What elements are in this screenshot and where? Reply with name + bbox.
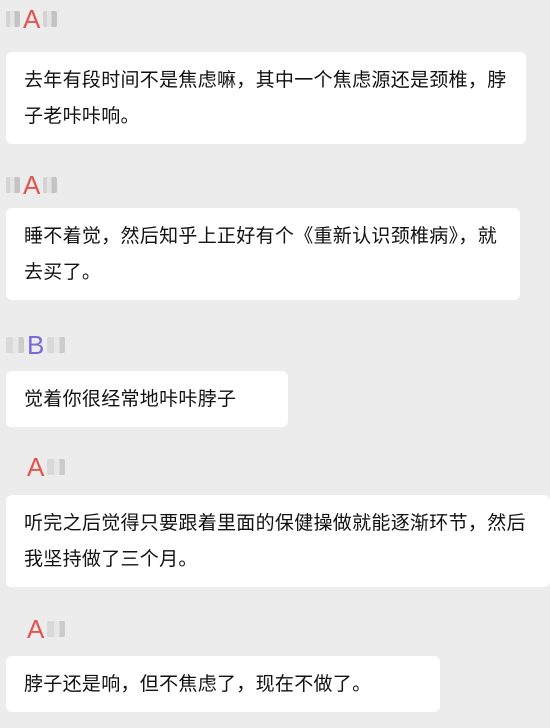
message-bubble: 脖子还是响，但不焦虑了，现在不做了。 [6, 656, 440, 712]
message-text: 觉着你很经常地咔咔脖子 [24, 388, 237, 410]
chat-log: A 去年有段时间不是焦虑嘛，其中一个焦虑源还是颈椎，脖子老咔咔响。 A 睡不着觉… [0, 0, 550, 728]
sender-initial: A [27, 452, 45, 482]
blurred-name [43, 177, 58, 193]
message-text: 去年有段时间不是焦虑嘛，其中一个焦虑源还是颈椎，脖子老咔咔响。 [24, 69, 507, 127]
blurred-name [47, 621, 66, 637]
blurred-name [6, 337, 24, 353]
message-bubble: 觉着你很经常地咔咔脖子 [6, 371, 288, 427]
sender-initial: A [23, 4, 41, 34]
blurred-name [47, 337, 66, 353]
blurred-name [6, 177, 20, 193]
message-text: 睡不着觉，然后知乎上正好有个《重新认识颈椎病》，就去买了。 [24, 225, 498, 283]
sender-initial: A [23, 170, 41, 200]
sender-label: A [6, 170, 58, 200]
sender-label: A [24, 614, 66, 644]
sender-label: B [6, 330, 66, 360]
sender-label: A [6, 4, 58, 34]
blurred-name [47, 459, 66, 475]
message-text: 脖子还是响，但不焦虑了，现在不做了。 [24, 673, 372, 695]
message-bubble: 去年有段时间不是焦虑嘛，其中一个焦虑源还是颈椎，脖子老咔咔响。 [6, 52, 526, 144]
message-bubble: 听完之后觉得只要跟着里面的保健操做就能逐渐环节，然后我坚持做了三个月。 [6, 495, 550, 587]
sender-label: A [24, 452, 66, 482]
message-text: 听完之后觉得只要跟着里面的保健操做就能逐渐环节，然后我坚持做了三个月。 [24, 512, 526, 570]
sender-initial: B [27, 330, 45, 360]
blurred-name [43, 11, 58, 27]
message-bubble: 睡不着觉，然后知乎上正好有个《重新认识颈椎病》，就去买了。 [6, 208, 520, 300]
sender-initial: A [27, 614, 45, 644]
blurred-name [6, 11, 20, 27]
